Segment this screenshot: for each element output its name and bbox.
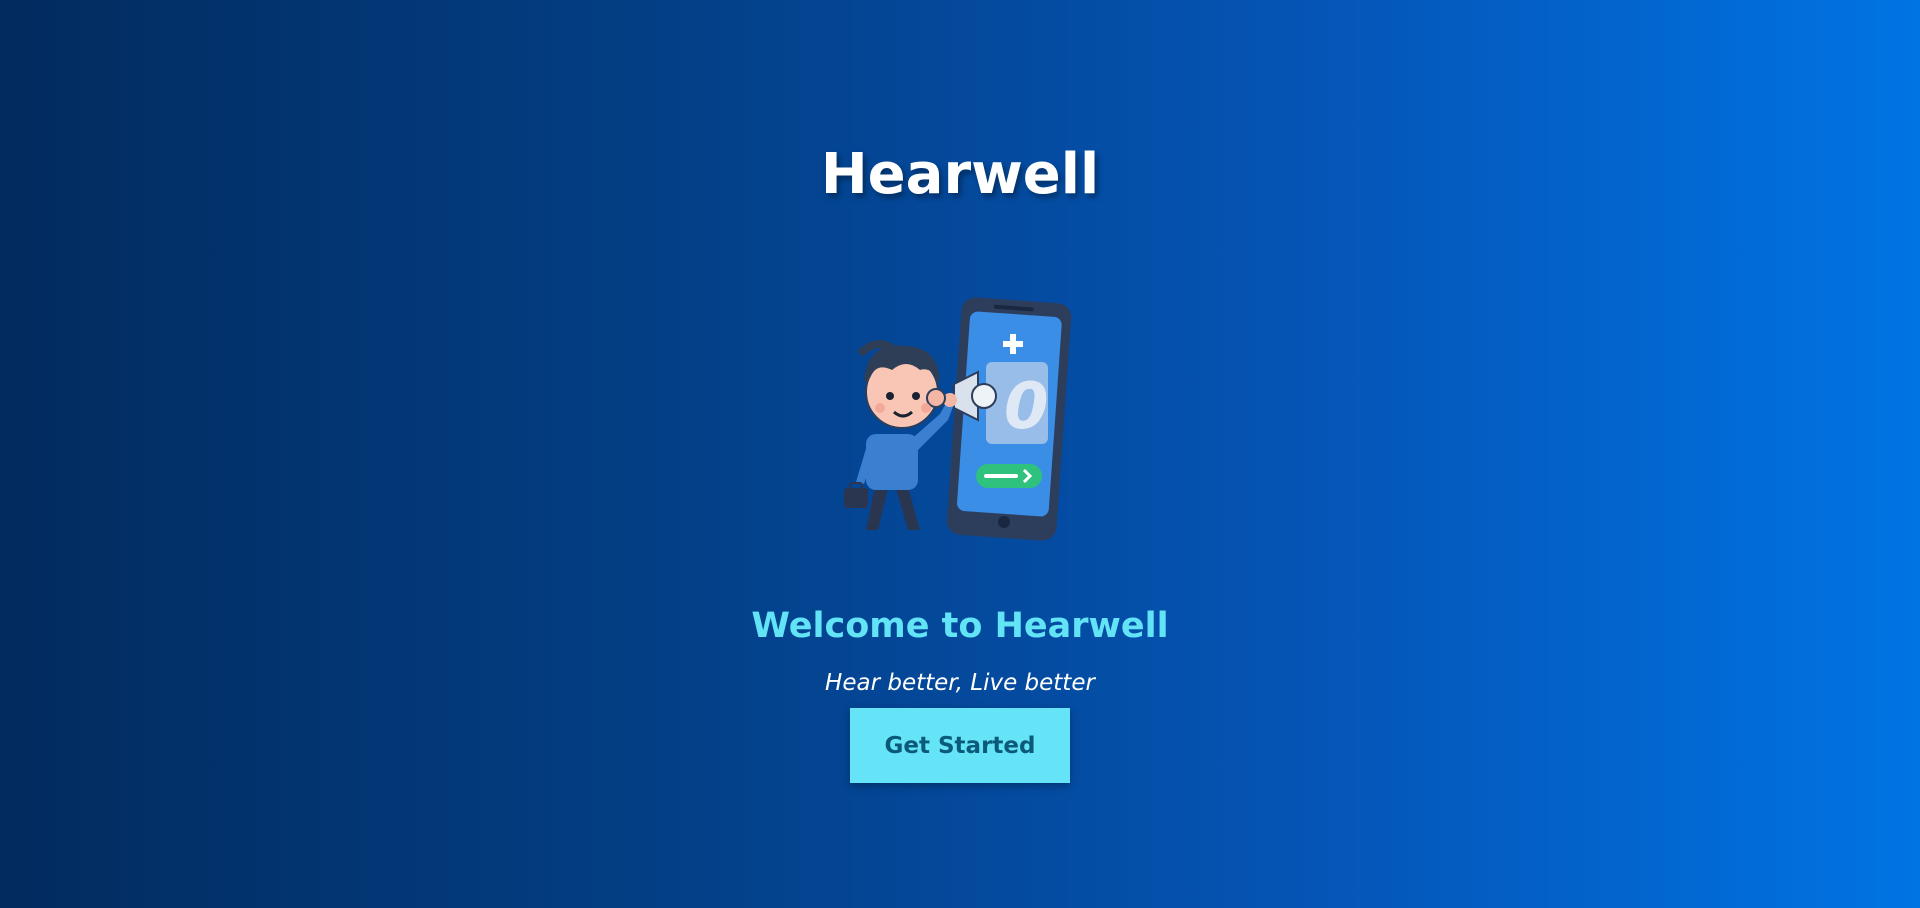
phone-icon: 0 bbox=[946, 297, 1072, 541]
hearing-illustration-icon: 0 bbox=[844, 297, 1072, 541]
welcome-heading: Welcome to Hearwell bbox=[751, 606, 1169, 646]
app-title: Hearwell bbox=[820, 142, 1100, 207]
svg-text:0: 0 bbox=[1004, 370, 1049, 444]
get-started-button[interactable]: Get Started bbox=[850, 708, 1070, 783]
person-icon bbox=[844, 340, 957, 530]
tagline: Hear better, Live better bbox=[825, 670, 1095, 696]
